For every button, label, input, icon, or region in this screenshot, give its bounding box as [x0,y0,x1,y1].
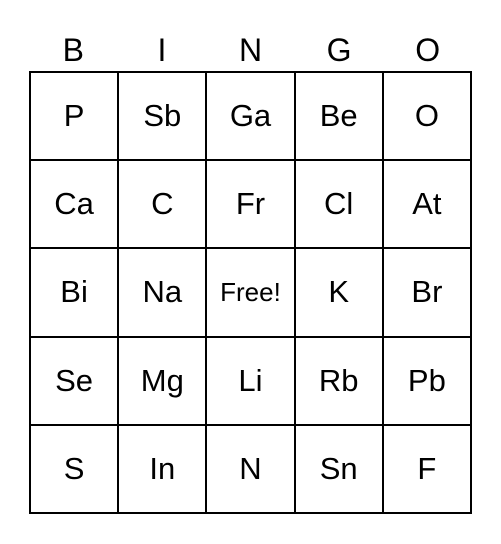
bingo-cell[interactable]: Sb [118,72,207,161]
bingo-cell[interactable]: Sn [294,424,383,513]
bingo-cell[interactable]: Fr [206,160,295,249]
bingo-cell[interactable]: Bi [30,248,119,337]
bingo-cell[interactable]: Rb [294,336,383,425]
header-letter-b: B [62,32,84,68]
bingo-cell[interactable]: Cl [294,160,383,249]
header-letter-o: O [415,32,441,68]
bingo-cell[interactable]: Br [382,248,471,337]
bingo-cell[interactable]: S [30,424,119,513]
bingo-cell[interactable]: Be [294,72,383,161]
bingo-cell[interactable]: P [30,72,119,161]
bingo-cell[interactable]: Ga [206,72,295,161]
bingo-cell[interactable]: Pb [382,336,471,425]
bingo-cell[interactable]: O [382,72,471,161]
bingo-cell[interactable]: Na [118,248,207,337]
bingo-cell[interactable]: In [118,424,207,513]
header-letter-g: G [326,32,352,68]
bingo-cell[interactable]: F [382,424,471,513]
bingo-cell[interactable]: C [118,160,207,249]
header-letter-i: I [157,32,167,68]
header-letter-n: N [238,32,263,68]
bingo-cell[interactable]: Se [30,336,119,425]
bingo-card-grid: P Sb Ga Be O Ca C Fr Cl At Bi Na Free! K… [29,71,472,514]
bingo-cell[interactable]: K [294,248,383,337]
bingo-cell[interactable]: At [382,160,471,249]
bingo-cell[interactable]: N [206,424,295,513]
bingo-header: B I N G O [29,30,472,70]
free-space-cell[interactable]: Free! [206,248,295,337]
bingo-cell[interactable]: Ca [30,160,119,249]
bingo-cell[interactable]: Mg [118,336,207,425]
bingo-cell[interactable]: Li [206,336,295,425]
